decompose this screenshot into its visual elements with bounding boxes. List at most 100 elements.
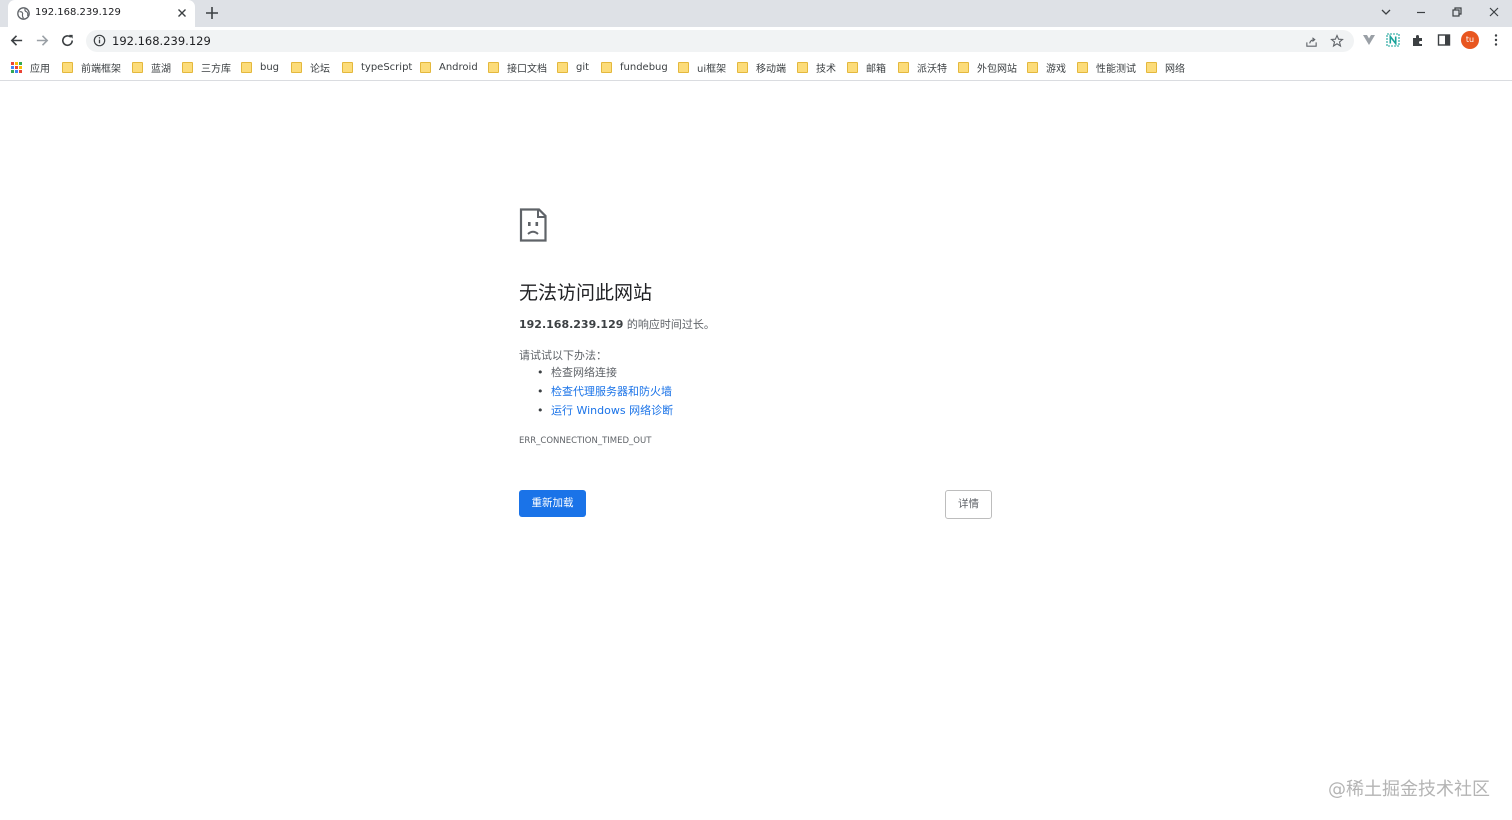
folder-icon (898, 61, 909, 73)
star-icon[interactable] (1330, 34, 1344, 48)
bookmarks-bar: 应用 前端框架 蓝湖 三方库 bug 论坛 typeScript Android… (0, 54, 1512, 81)
folder-icon (488, 61, 499, 73)
bookmark-folder[interactable]: Android (420, 60, 478, 74)
bookmark-folder[interactable]: 移动端 (737, 60, 786, 75)
folder-icon (291, 61, 302, 73)
folder-icon (678, 61, 689, 73)
bookmark-label: 邮箱 (866, 63, 886, 75)
bookmark-folder[interactable]: 网络 (1146, 60, 1185, 75)
bookmark-folder[interactable]: 性能测试 (1077, 60, 1136, 75)
tab-active[interactable]: 192.168.239.129 (8, 0, 195, 27)
folder-icon (62, 61, 73, 73)
reload-icon[interactable] (60, 33, 75, 48)
bookmark-label: ui框架 (697, 63, 727, 75)
error-description: 192.168.239.129 的响应时间过长。 (519, 316, 715, 332)
bookmark-label: 派沃特 (917, 63, 947, 75)
details-button[interactable]: 详情 (945, 490, 992, 519)
error-host: 192.168.239.129 (519, 318, 624, 331)
bookmark-label: 外包网站 (977, 63, 1017, 75)
bookmark-label: 性能测试 (1096, 63, 1136, 75)
list-item[interactable]: 运行 Windows 网络诊断 (537, 403, 673, 422)
folder-icon (737, 61, 748, 73)
bookmark-folder[interactable]: ui框架 (678, 60, 727, 75)
bookmark-folder[interactable]: 游戏 (1027, 60, 1066, 75)
folder-icon (182, 61, 193, 73)
folder-icon (241, 61, 252, 73)
bookmark-label: 三方库 (201, 63, 231, 75)
chevron-down-icon[interactable] (1379, 5, 1393, 19)
bookmark-folder[interactable]: 邮箱 (847, 60, 886, 75)
bookmark-label: 网络 (1165, 63, 1185, 75)
back-icon[interactable] (9, 33, 24, 48)
bookmark-apps[interactable]: 应用 (11, 60, 50, 75)
bookmark-folder[interactable]: 派沃特 (898, 60, 947, 75)
reload-button[interactable]: 重新加载 (519, 490, 586, 517)
sad-page-icon (519, 208, 547, 242)
puzzle-icon[interactable] (1411, 33, 1425, 47)
bookmark-folder[interactable]: git (557, 60, 589, 74)
list-item[interactable]: 检查代理服务器和防火墙 (537, 384, 673, 403)
bookmark-folder[interactable]: 技术 (797, 60, 836, 75)
suggestion-link[interactable]: 检查代理服务器和防火墙 (551, 385, 672, 398)
bookmark-folder[interactable]: bug (241, 60, 279, 74)
close-window-icon[interactable] (1487, 5, 1501, 19)
watermark: @稀土掘金技术社区 (1328, 779, 1490, 800)
error-title: 无法访问此网站 (519, 282, 653, 304)
suggestion-link[interactable]: 运行 Windows 网络诊断 (551, 404, 673, 417)
toolbar: 192.168.239.129 tu (0, 27, 1512, 54)
bookmark-folder[interactable]: typeScript (342, 60, 412, 74)
side-panel-icon[interactable] (1437, 33, 1451, 47)
suggestion-text: 检查网络连接 (551, 366, 617, 379)
bookmark-label: 移动端 (756, 63, 786, 75)
bookmark-folder[interactable]: 接口文档 (488, 60, 547, 75)
bookmark-label: fundebug (620, 61, 668, 73)
folder-icon (847, 61, 858, 73)
minimize-icon[interactable] (1414, 5, 1428, 19)
folder-icon (601, 61, 612, 73)
address-bar[interactable]: 192.168.239.129 (86, 30, 1354, 52)
new-tab-icon[interactable] (205, 6, 219, 20)
bookmark-label: 技术 (816, 63, 836, 75)
bookmark-folder[interactable]: 蓝湖 (132, 60, 171, 75)
info-icon[interactable] (93, 34, 106, 47)
suggestions-list: 检查网络连接 检查代理服务器和防火墙 运行 Windows 网络诊断 (537, 365, 673, 422)
folder-icon (557, 61, 568, 73)
forward-icon[interactable] (35, 33, 50, 48)
bookmark-label: bug (260, 61, 280, 73)
bookmark-folder[interactable]: 三方库 (182, 60, 231, 75)
bookmark-label: 蓝湖 (151, 63, 171, 75)
tab-title: 192.168.239.129 (35, 7, 121, 18)
vue-devtools-icon[interactable] (1362, 33, 1376, 47)
tab-strip: 192.168.239.129 (0, 0, 1512, 27)
bookmark-folder[interactable]: 外包网站 (958, 60, 1017, 75)
bookmark-label: 论坛 (310, 63, 330, 75)
folder-icon (1077, 61, 1088, 73)
menu-icon[interactable] (1489, 33, 1503, 47)
extension-n-icon[interactable] (1386, 33, 1400, 47)
share-icon[interactable] (1305, 35, 1318, 48)
bookmark-label: 游戏 (1046, 63, 1066, 75)
bookmark-label: git (576, 61, 590, 73)
bookmark-label: 应用 (30, 63, 50, 75)
bookmark-label: 接口文档 (507, 63, 547, 75)
bookmark-label: Android (439, 61, 478, 73)
folder-icon (797, 61, 808, 73)
bookmark-folder[interactable]: 论坛 (291, 60, 330, 75)
bookmark-label: 前端框架 (81, 63, 121, 75)
bookmark-folder[interactable]: fundebug (601, 60, 668, 74)
folder-icon (342, 61, 353, 73)
restore-icon[interactable] (1450, 5, 1464, 19)
folder-icon (132, 61, 143, 73)
folder-icon (420, 61, 431, 73)
close-icon[interactable] (176, 7, 188, 19)
url-text[interactable]: 192.168.239.129 (112, 34, 211, 48)
bookmark-folder[interactable]: 前端框架 (62, 60, 121, 75)
profile-avatar[interactable]: tu (1461, 31, 1479, 49)
error-description-text: 的响应时间过长。 (623, 318, 715, 331)
folder-icon (1146, 61, 1157, 73)
folder-icon (958, 61, 969, 73)
folder-icon (1027, 61, 1038, 73)
globe-icon (17, 7, 30, 20)
bookmark-label: typeScript (361, 61, 413, 73)
list-item: 检查网络连接 (537, 365, 673, 384)
